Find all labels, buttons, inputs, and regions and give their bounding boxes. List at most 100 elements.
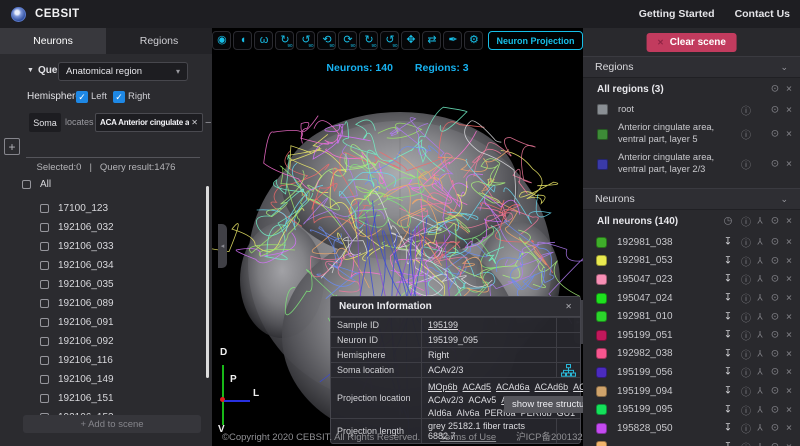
download-icon[interactable]: ↧	[722, 386, 734, 397]
neuron-list-item[interactable]: 192106_089	[0, 297, 205, 313]
tree-structure-icon[interactable]: ⅄	[754, 423, 766, 434]
close-icon[interactable]: ✕	[783, 85, 795, 94]
projection-region-link[interactable]: ACAd6b	[535, 382, 569, 392]
region-row[interactable]: Anterior cingulate area, ventral part, l…	[583, 149, 800, 179]
eye-icon[interactable]: ⊙	[769, 330, 781, 341]
checkbox-icon[interactable]	[40, 318, 49, 327]
rotate-down-90-icon-button[interactable]: ↺90	[296, 31, 315, 50]
eye-icon[interactable]: ⊙	[769, 293, 781, 304]
eye-icon[interactable]: ⊙	[769, 441, 781, 446]
tree-structure-icon[interactable]	[561, 364, 576, 377]
scene-neuron-row[interactable]: 192981_053↧ⓘ⅄⊙✕	[583, 252, 800, 271]
scrollbar[interactable]	[206, 186, 209, 378]
neuron-list-item[interactable]: 192106_035	[0, 278, 205, 294]
eye-icon[interactable]: ⊙	[769, 129, 781, 140]
add-to-scene-button[interactable]: + Add to scene	[23, 415, 201, 433]
close-icon[interactable]: ✕	[783, 405, 795, 414]
regions-section-header[interactable]: Regions ⌄	[583, 56, 800, 78]
info-icon[interactable]: ⓘ	[740, 235, 752, 250]
close-icon[interactable]: ✕	[783, 442, 795, 446]
info-icon[interactable]: ⓘ	[740, 253, 752, 268]
info-icon[interactable]: ⓘ	[740, 328, 752, 343]
rotate-left-90-icon-button[interactable]: ⟲90	[317, 31, 336, 50]
viewport-3d[interactable]: ◉◖ω↻90↺90⟲90⟳90↻90↺90✥⇄✒⚙ Neuron Project…	[212, 28, 583, 446]
checkbox-icon[interactable]	[40, 337, 49, 346]
download-icon[interactable]: ↧	[722, 367, 734, 378]
tree-structure-icon[interactable]: ⅄	[754, 386, 766, 397]
tree-structure-icon[interactable]: ⅄	[754, 348, 766, 359]
eye-icon[interactable]: ⊙	[769, 84, 781, 95]
paint-icon-button[interactable]: ✒	[443, 31, 462, 50]
eye-icon[interactable]: ⊙	[769, 423, 781, 434]
tree-structure-icon[interactable]: ⅄	[754, 255, 766, 266]
scene-neuron-row[interactable]: 195047_024↧ⓘ⅄⊙✕	[583, 289, 800, 308]
projection-region-link[interactable]: MOp6b	[428, 382, 458, 392]
info-icon[interactable]: ⓘ	[740, 402, 752, 417]
close-icon[interactable]: ✕	[783, 160, 795, 169]
neuron-projection-button[interactable]: Neuron Projection	[488, 31, 582, 50]
neuron-list-item[interactable]: 192106_151	[0, 392, 205, 408]
info-icon[interactable]: ⓘ	[740, 346, 752, 361]
scene-neuron-row[interactable]: 195047_023↧ⓘ⅄⊙✕	[583, 270, 800, 289]
tree-structure-icon[interactable]: ⅄	[754, 367, 766, 378]
eye-icon[interactable]: ⊙	[769, 159, 781, 170]
close-icon[interactable]: ✕	[783, 238, 795, 247]
download-icon[interactable]: ↧	[722, 311, 734, 322]
close-icon[interactable]: ✕	[783, 275, 795, 284]
close-icon[interactable]: ✕	[783, 349, 795, 358]
close-icon[interactable]: ✕	[783, 368, 795, 377]
scene-neuron-row[interactable]: 192981_038↧ⓘ⅄⊙✕	[583, 233, 800, 252]
download-icon[interactable]: ↧	[722, 274, 734, 285]
close-icon[interactable]: ✕	[783, 312, 795, 321]
chevron-down-icon[interactable]: ⌄	[780, 194, 788, 205]
projection-region-link[interactable]: ACAd6a	[496, 382, 530, 392]
eye-icon[interactable]: ⊙	[769, 404, 781, 415]
neuron-list-item[interactable]: 192106_034	[0, 259, 205, 275]
neurons-section-header[interactable]: Neurons ⌄	[583, 188, 800, 210]
checkbox-icon[interactable]	[40, 242, 49, 251]
download-icon[interactable]: ↧	[722, 348, 734, 359]
download-icon[interactable]: ↧	[722, 404, 734, 415]
eye-icon[interactable]: ⊙	[769, 216, 781, 227]
hemisphere-right-checkbox[interactable]: ✓	[113, 91, 125, 103]
reset-view-icon-button[interactable]: ⇄	[422, 31, 441, 50]
terms-of-use-link[interactable]: Terms of Use	[440, 432, 496, 443]
eye-icon[interactable]: ⊙	[769, 386, 781, 397]
neuron-list-item[interactable]: 192106_092	[0, 335, 205, 351]
select-all-row[interactable]: All	[0, 178, 205, 194]
neuron-list-item[interactable]: 192106_033	[0, 240, 205, 256]
region-row[interactable]: rootⓘ⊙✕	[583, 100, 800, 119]
settings-gear-icon-button[interactable]: ⚙	[464, 31, 483, 50]
eye-icon[interactable]: ⊙	[769, 367, 781, 378]
region-row[interactable]: Anterior cingulate area, ventral part, l…	[583, 119, 800, 149]
scene-neuron-row[interactable]: 195199_051↧ⓘ⅄⊙✕	[583, 326, 800, 345]
info-icon[interactable]: ⓘ	[740, 102, 752, 117]
info-icon[interactable]: ⓘ	[740, 291, 752, 306]
brain-coronal-view-icon-button[interactable]: ω	[254, 31, 273, 50]
tree-structure-icon[interactable]: ⅄	[754, 274, 766, 285]
tree-structure-icon[interactable]: ⅄	[754, 216, 766, 227]
remove-condition-button[interactable]: −	[205, 117, 211, 129]
eye-icon[interactable]: ⊙	[769, 255, 781, 266]
chevron-down-icon[interactable]: ⌄	[780, 62, 788, 73]
nav-getting-started[interactable]: Getting Started	[639, 8, 715, 20]
close-icon[interactable]: ✕	[191, 118, 198, 127]
info-icon[interactable]: ⓘ	[740, 214, 752, 229]
eye-icon[interactable]: ⊙	[769, 104, 781, 115]
info-icon[interactable]: ⓘ	[740, 127, 752, 142]
cebsit-logo-icon[interactable]	[11, 7, 26, 22]
neuron-list-item[interactable]: 192106_116	[0, 354, 205, 370]
scene-neuron-row[interactable]: 195199_056↧ⓘ⅄⊙✕	[583, 363, 800, 382]
close-icon[interactable]: ✕	[783, 331, 795, 340]
neuron-list-item[interactable]: 17100_123	[0, 202, 205, 218]
rotate-up-90-icon-button[interactable]: ↻90	[275, 31, 294, 50]
region-filter-chip[interactable]: ACA Anterior cingulate area ✕	[95, 113, 203, 132]
eye-icon[interactable]: ⊙	[769, 348, 781, 359]
collapse-left-panel-handle[interactable]: ◂	[218, 224, 227, 268]
neuron-list-item[interactable]: 192106_032	[0, 221, 205, 237]
checkbox-icon[interactable]	[40, 223, 49, 232]
add-condition-button[interactable]: +	[4, 138, 20, 155]
neuron-list-item[interactable]: 192106_149	[0, 373, 205, 389]
checkbox-icon[interactable]	[40, 356, 49, 365]
roll-cw-90-icon-button[interactable]: ↻90	[359, 31, 378, 50]
